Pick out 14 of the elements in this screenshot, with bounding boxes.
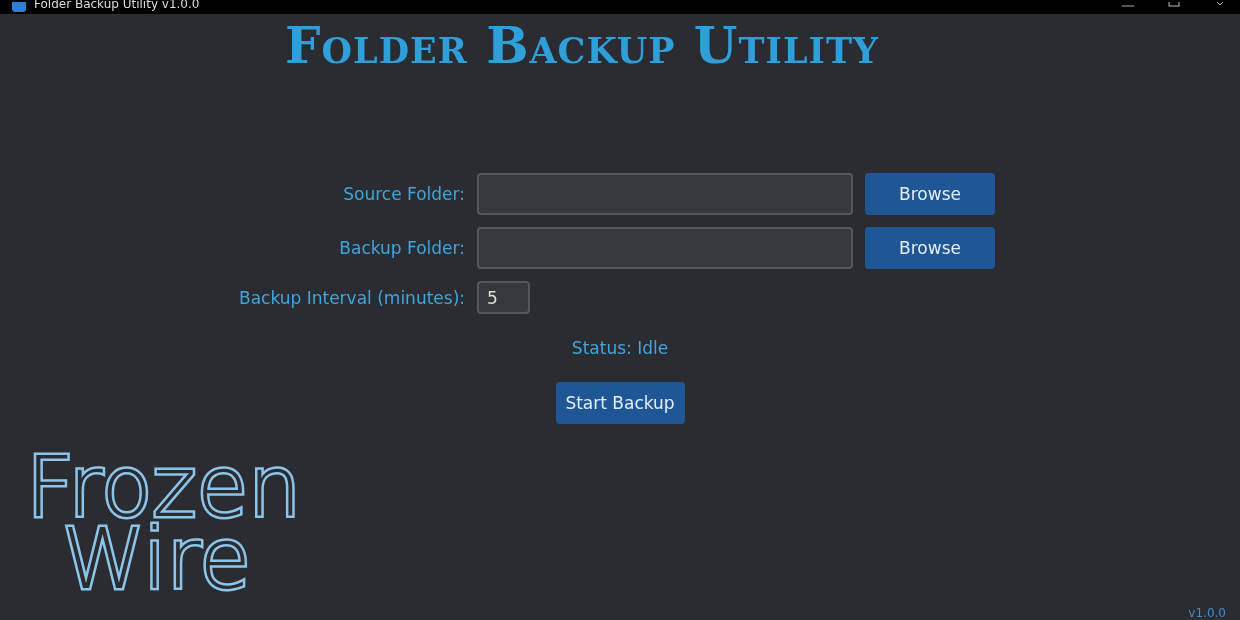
status-text: Status: Idle xyxy=(570,338,670,358)
logo-text: Frozen xyxy=(26,452,302,522)
field-label: Source Folder: xyxy=(342,184,465,204)
browse-button[interactable]: Browse xyxy=(865,173,995,215)
app-heading: Folder Backup Utility xyxy=(284,15,880,77)
browse-button[interactable]: Browse xyxy=(865,227,995,269)
folder-path-field[interactable] xyxy=(477,227,853,269)
folder-path-field[interactable] xyxy=(477,173,853,215)
interval-field[interactable]: 5 xyxy=(477,281,530,314)
start-backup-button[interactable]: Start Backup xyxy=(555,382,685,424)
field-label: Backup Folder: xyxy=(338,238,465,258)
field-label: Backup Interval (minutes): xyxy=(237,287,465,308)
version-label: v1.0.0 xyxy=(1188,606,1226,620)
app-icon xyxy=(12,2,26,12)
